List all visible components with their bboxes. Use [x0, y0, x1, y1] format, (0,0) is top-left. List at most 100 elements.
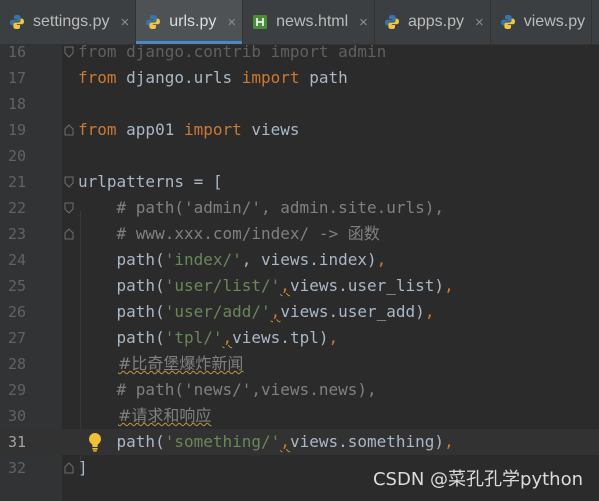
code-line[interactable]: 25 path('user/list/',views.user_list), — [0, 273, 599, 299]
close-icon[interactable]: × — [475, 14, 484, 31]
html-file-icon — [253, 15, 268, 29]
code-line[interactable]: 27 path('tpl/',views.tpl), — [0, 325, 599, 351]
line-number: 25 — [7, 277, 26, 295]
code-line[interactable]: 26 path('user/add/',views.user_add), — [0, 299, 599, 325]
code-comment: # path('news/',views.news), — [78, 380, 377, 399]
comma-warning[interactable]: , — [223, 328, 233, 347]
line-number: 22 — [7, 199, 26, 217]
code-token: path( — [78, 302, 165, 321]
code-line[interactable]: 18 — [0, 91, 599, 117]
code-comment: # path('admin/', admin.site.urls), — [78, 198, 445, 217]
fold-marker-icon[interactable] — [64, 176, 74, 188]
code-token: path — [299, 68, 348, 87]
comma-warning[interactable]: , — [280, 276, 290, 295]
comma-warning[interactable]: , — [280, 432, 290, 451]
python-file-icon — [10, 15, 24, 29]
code-line[interactable]: 24 path('index/', views.index), — [0, 247, 599, 273]
code-line[interactable]: 28 #比奇堡爆炸新闻 — [0, 351, 599, 377]
line-number: 17 — [7, 69, 26, 87]
code-comment: # www.xxx.com/index/ -> 函数 — [78, 224, 380, 243]
watermark: CSDN @菜孔孔学python — [372, 469, 583, 490]
code-token: django.urls — [116, 68, 242, 87]
tab-settings-py[interactable]: settings.py × — [0, 0, 137, 44]
code-comment: #比奇堡爆炸新闻 — [118, 354, 244, 373]
line-number: 30 — [7, 407, 26, 425]
code-text: ] — [78, 458, 88, 477]
python-file-icon — [146, 15, 161, 29]
line-number: 31 — [7, 433, 26, 451]
tab-urls-py[interactable]: urls.py × — [136, 0, 244, 44]
close-icon[interactable]: × — [227, 14, 236, 31]
line-number: 19 — [7, 121, 26, 139]
fold-marker-icon[interactable] — [64, 228, 74, 240]
code-line[interactable]: 17 from django.urls import path — [0, 65, 599, 91]
code-token: path( — [78, 432, 165, 451]
trailing-comma: , — [444, 432, 454, 451]
close-icon[interactable]: × — [120, 14, 129, 31]
string-literal: 'something/' — [164, 432, 281, 451]
code-line[interactable]: 22 # path('admin/', admin.site.urls), — [0, 195, 599, 221]
trailing-comma: , — [424, 302, 435, 321]
trailing-comma: , — [328, 328, 339, 347]
trailing-comma: , — [376, 250, 387, 269]
code-token: path( — [78, 328, 165, 347]
code-line[interactable]: 16 from django.contrib import admin — [0, 45, 599, 65]
line-number: 23 — [7, 225, 26, 243]
code-token: path( — [78, 250, 165, 269]
code-text: urlpatterns = [ — [78, 172, 223, 191]
line-number: 29 — [7, 381, 26, 399]
line-number: 20 — [7, 147, 26, 165]
tab-label: news.html — [276, 13, 349, 30]
string-literal: 'user/list/' — [164, 276, 281, 295]
keyword: from — [78, 120, 117, 139]
string-literal: 'user/add/' — [164, 302, 271, 321]
line-number: 28 — [7, 355, 26, 373]
keyword: import — [183, 120, 242, 139]
code-line[interactable]: 23 # www.xxx.com/index/ -> 函数 — [0, 221, 599, 247]
editor-tab-bar: settings.py × urls.py × news.html × apps… — [0, 0, 599, 45]
code-comment: #请求和响应 — [118, 406, 212, 425]
line-number: 16 — [7, 45, 26, 61]
string-literal: 'tpl/' — [164, 328, 223, 347]
tab-label: settings.py — [33, 13, 110, 30]
code-text: path('something/',views.something), — [78, 429, 454, 455]
code-line[interactable]: 29 # path('news/',views.news), — [0, 377, 599, 403]
code-text: from django.contrib import admin — [78, 45, 387, 61]
code-line[interactable]: 30 #请求和响应 — [0, 403, 599, 429]
code-text: from app01 import views — [78, 117, 300, 143]
fold-marker-icon[interactable] — [64, 124, 74, 136]
tab-label: views.py — [523, 13, 586, 30]
line-number: 24 — [7, 251, 26, 269]
fold-marker-icon[interactable] — [64, 46, 74, 58]
python-file-icon — [500, 15, 515, 29]
tab-label: apps.py — [407, 13, 464, 30]
code-line[interactable]: 20 — [0, 143, 599, 169]
python-file-icon — [384, 15, 399, 29]
tab-apps-py[interactable]: apps.py × — [375, 0, 491, 44]
trailing-comma: , — [444, 276, 454, 295]
keyword: import — [241, 68, 300, 87]
keyword: from — [78, 68, 117, 87]
line-number: 18 — [7, 95, 26, 113]
code-line[interactable]: 19 from app01 import views — [0, 117, 599, 143]
tab-views-py[interactable]: views.py — [491, 0, 593, 44]
code-token: views.tpl) — [232, 328, 329, 347]
code-text: path('tpl/',views.tpl), — [78, 325, 339, 351]
code-editor[interactable]: 16 from django.contrib import admin 17 f… — [0, 45, 599, 501]
code-token: views — [241, 120, 300, 139]
close-icon[interactable]: × — [359, 14, 368, 31]
code-line[interactable]: 21 urlpatterns = [ — [0, 169, 599, 195]
tab-news-html[interactable]: news.html × — [243, 0, 375, 44]
fold-marker-icon[interactable] — [64, 202, 74, 214]
comma-warning[interactable]: , — [271, 302, 281, 321]
code-token: , views.index) — [241, 250, 377, 269]
line-number: 21 — [7, 173, 26, 191]
code-text: from django.urls import path — [78, 65, 348, 91]
fold-marker-icon[interactable] — [64, 462, 74, 474]
line-number: 32 — [7, 459, 26, 477]
code-token: views.user_add) — [280, 302, 425, 321]
string-literal: 'index/' — [164, 250, 242, 269]
code-token: views.user_list) — [289, 276, 445, 295]
line-number: 27 — [7, 329, 26, 347]
code-line-current[interactable]: 31 path('something/',views.something), — [0, 429, 599, 455]
